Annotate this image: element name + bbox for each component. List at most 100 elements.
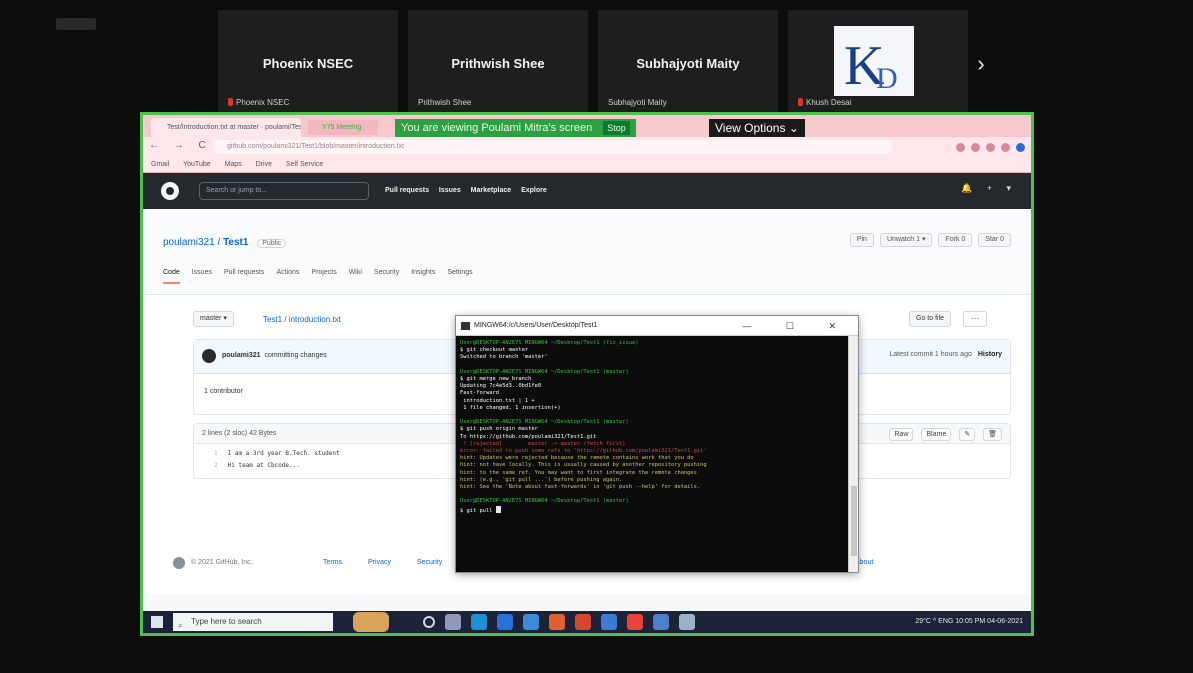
windows-taskbar: ⌕ Type here to search 29°C ^ ENG 10:05 P… (143, 611, 1031, 633)
git-bash-terminal[interactable]: MINGW64:/c/Users/User/Desktop/Test1 — ☐ … (455, 315, 859, 573)
blame-button[interactable]: Blame (921, 428, 952, 441)
tab-insights[interactable]: Insights (411, 269, 435, 284)
terminal-scrollbar[interactable] (848, 336, 858, 572)
tab-pull-requests[interactable]: Pull requests (224, 269, 264, 284)
participant-label: Prithwish Shee (418, 98, 472, 107)
tab-issues[interactable]: Issues (192, 269, 212, 284)
edge-icon[interactable] (471, 614, 487, 630)
nav-pull-requests[interactable]: Pull requests (385, 187, 429, 194)
terminal-line: $ git push origin master (460, 426, 538, 433)
unwatch-button[interactable]: Unwatch 1 ▾ (879, 233, 933, 247)
line-number[interactable]: 1 (214, 450, 218, 457)
tab-code[interactable]: Code (163, 269, 180, 284)
tab-actions[interactable]: Actions (276, 269, 299, 284)
news-widget-icon[interactable] (353, 612, 389, 632)
participant-tile[interactable]: Subhajyoti Maity Subhajyoti Maity (598, 10, 778, 114)
firefox-icon[interactable] (627, 614, 643, 630)
delete-icon[interactable]: 🗑 (983, 428, 1002, 441)
store-icon[interactable] (497, 614, 513, 630)
terminal-line: $ git merge new_branch (460, 376, 532, 383)
commit-message[interactable]: committing changes (265, 352, 327, 359)
browser-tab-github[interactable]: Test/Introduction.txt at master · poulam… (151, 118, 301, 137)
repo-name-link[interactable]: Test1 (223, 237, 248, 248)
commit-author[interactable]: poulami321 (222, 352, 261, 359)
terminal-line: ! [rejected] master -> master (fetch fir… (460, 440, 626, 447)
browser-nav-icons[interactable]: ← → C (149, 140, 212, 151)
terminal-line: introduction.txt | 1 + (460, 397, 535, 404)
terminal-line: Updating 7c4e5d3..0bd1fe0 (460, 383, 542, 390)
github-search-input[interactable]: Search or jump to... (199, 182, 369, 200)
contributors-link[interactable]: 1 contributor (204, 388, 243, 395)
footer-link[interactable]: Security (417, 559, 442, 566)
line-number[interactable]: 2 (214, 462, 218, 469)
files-icon[interactable] (549, 614, 565, 630)
branch-select[interactable]: master ▾ (193, 311, 234, 327)
avatar[interactable] (202, 349, 216, 363)
terminal-line: error: failed to push some refs to 'http… (460, 448, 707, 455)
participant-name: Prithwish Shee (451, 56, 545, 71)
extension-icon[interactable] (986, 142, 995, 152)
edit-icon[interactable]: ✎ (959, 428, 976, 441)
tab-security[interactable]: Security (374, 269, 399, 284)
footer-link[interactable]: Privacy (368, 559, 391, 566)
history-button[interactable]: History (978, 351, 1002, 358)
browser-tab-meeting[interactable]: Y75 Meeting (308, 120, 378, 135)
extension-icon[interactable] (1001, 142, 1010, 152)
extension-icon[interactable] (956, 142, 965, 152)
terminal-output[interactable]: User@DESKTOP-AN2E7S MINGW64 ~/Desktop/Te… (460, 340, 846, 570)
participant-name: Phoenix NSEC (262, 56, 354, 71)
browser-extension-icons (956, 139, 1025, 155)
raw-button[interactable]: Raw (889, 428, 914, 441)
participant-tile[interactable]: Phoenix NSEC Phoenix NSEC (218, 10, 398, 114)
next-participants-button[interactable]: › (966, 50, 996, 80)
bookmark-item[interactable]: Maps (225, 161, 242, 168)
app-icon[interactable] (601, 614, 617, 630)
fork-button[interactable]: Fork 0 (938, 233, 973, 247)
github-nav: Pull requests Issues Marketplace Explore (385, 182, 555, 200)
github-logo-icon[interactable] (161, 182, 179, 200)
star-button[interactable]: Star 0 (978, 233, 1011, 247)
tab-projects[interactable]: Projects (311, 269, 336, 284)
cortana-icon[interactable] (423, 616, 435, 628)
zoom-icon[interactable] (653, 614, 669, 630)
window-control-buttons[interactable]: — ☐ ✕ (742, 316, 852, 336)
more-options-button[interactable]: ··· (963, 311, 987, 327)
go-to-file-button[interactable]: Go to file (909, 311, 952, 327)
file-breadcrumb[interactable]: Test1 / introduction.txt (263, 315, 341, 324)
stop-viewing-button[interactable]: Stop (603, 121, 630, 135)
windows-start-icon[interactable] (151, 616, 163, 628)
taskbar-search-input[interactable]: ⌕ Type here to search (173, 613, 333, 631)
nav-marketplace[interactable]: Marketplace (471, 187, 511, 194)
commit-time: Latest commit 1 hours ago History (889, 351, 1002, 358)
url-field[interactable]: github.com/poulami321/Test1/blob/master/… (213, 140, 893, 154)
footer-link[interactable]: Terms (323, 559, 342, 566)
nav-issues[interactable]: Issues (439, 187, 461, 194)
line-text: I am a 3rd year B.Tech. student (227, 450, 340, 457)
system-tray[interactable]: 29°C ^ ENG 10:05 PM 04-06-2021 (915, 614, 1023, 630)
tab-wiki[interactable]: Wiki (349, 269, 362, 284)
view-options-button[interactable]: View Options ⌄ (709, 119, 805, 137)
bookmark-item[interactable]: Gmail (151, 161, 169, 168)
chrome-icon[interactable] (575, 614, 591, 630)
nav-explore[interactable]: Explore (521, 187, 547, 194)
terminal-line: Fast-forward (460, 390, 499, 397)
participant-tile[interactable]: K D Khush Desai (788, 10, 968, 114)
mail-icon[interactable] (523, 614, 539, 630)
header-right-icons[interactable]: 🔔 + ▾ (961, 183, 1017, 194)
extension-icon[interactable] (971, 142, 980, 152)
meeting-info-badge[interactable] (56, 18, 96, 30)
bookmark-item[interactable]: YouTube (183, 161, 211, 168)
github-footer-logo-icon[interactable] (173, 557, 185, 569)
terminal-title-bar[interactable]: MINGW64:/c/Users/User/Desktop/Test1 — ☐ … (456, 316, 858, 336)
participant-tile[interactable]: Prithwish Shee Prithwish Shee (408, 10, 588, 114)
tab-settings[interactable]: Settings (447, 269, 472, 284)
terminal-line: hint: not have locally. This is usually … (460, 462, 707, 469)
bookmark-item[interactable]: Drive (256, 161, 272, 168)
pin-button[interactable]: Pin (849, 233, 874, 247)
footer-copyright: © 2021 GitHub, Inc. (191, 559, 253, 566)
bookmark-item[interactable]: Self Service (286, 161, 323, 168)
task-view-icon[interactable] (445, 614, 461, 630)
repo-owner-link[interactable]: poulami321 (163, 237, 215, 248)
terminal-app-icon[interactable] (679, 614, 695, 630)
profile-icon[interactable] (1016, 142, 1025, 152)
